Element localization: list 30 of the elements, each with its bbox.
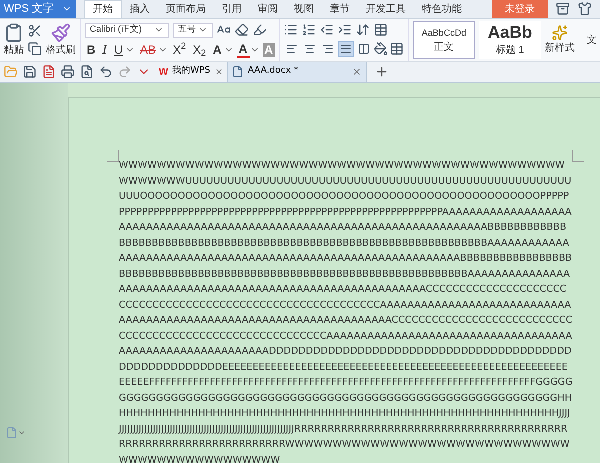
format-button[interactable]: X$^{2}$ (171, 42, 188, 56)
font-name-field[interactable]: Calibri (正文) (85, 22, 169, 38)
ribbon-tab[interactable]: 页面布局 (158, 0, 214, 18)
paste-button[interactable]: 粘贴 (4, 22, 24, 58)
wps-logo-icon: W (159, 64, 168, 80)
ribbon-tab[interactable]: 视图 (286, 0, 322, 18)
format-button[interactable]: I (100, 42, 110, 56)
ribbon-tab[interactable]: 插入 (122, 0, 158, 18)
format-button[interactable]: U (112, 42, 126, 56)
format-painter-button[interactable]: 格式刷 (46, 22, 76, 58)
ribbon-tab[interactable]: 审阅 (250, 0, 286, 18)
ribbon-tab[interactable]: 章节 (322, 0, 358, 18)
document-text: WWWWWWWWWWWWWWWWWWWWWWWWWWWWWWWWWWWWWWWWWWWWWWWWWWWWWWUUUUUUUUUUUUUUUUUUUUUUUUUUUUUUUUUUUUUUUUUUUUUUUUUUUUUUUUUUOOOOOOOOOOOOOOOOOOOOOOOOOOOOOOOOOOOOOOOOOOOOOOOOOOOOOPPPPPPPPPPPPPPPPPPPPPPPPPPPPPPPPPPPPPPPPPPPPPPPPPPPPPPPPPPPPPAAAAAAAAAAAAAAAAAAAAAAAAAAAAAAAAAAAAAAAAAAAAAAAAAAAAAAAAAAAAAAAAAAAAAAAAABBBBBBBBBBBBBBBBBBBBBBBBBBBBBBBBBBBBBBBBBBBBBBBBBBBBBBBBBBBBBBBBBBBBAAAAAAAAAAAAAAAAAAAAAAAAAAAAAAAAAAAAAAAAAAAAAAAAAAAAAAAAAAAAAABBBBBBBBBBBBBBBBBBBBBBBBBBBBBBBBBBBBBBBBBBBBBBBBBBBBBBBBBBBBBBBBBBBBBBAAAAAAAAAAAAAAAAAAAAAAAAAAAAAAAAAAAAAAAAAAAAAAAAAAAAAAAAAAAACCCCCCCCCCCCCCCCCCCCCCCCCCCCCCCCCCCCCCCCCCCCCCCCCCCCCCCCCCCCAAAAAAAAAAAAAAAAAAAAAAAAAAAAAAAAAAAAAAAAAAAAAAAAAAAAAAAAAAAAAAAAAAAACCCCCCCCCCCCCCCCCCCCCCCCCCCCCCCCCCCCCCCCCCCCCCCCCCCCCCCCCCAAAAAAAAAAAAAAAAAAAAAAAAAAAAAAAAAAAAAAAAAAAAAAAAAAAAAAAAAADDDDDDDDDDDDDDDDDDDDDDDDDDDDDDDDDDDDDDDDDDDDDDDDDDDDDDDEEEEEEEEEEEEEEEEEEEEEEEEEEEEEEEEEEEEEEEEEEEEEEEEEEEEEEEEEEEEEEFFFFFFFFFFFFFFFFFFFFFFFFFFFFFFFFFFFFFFFFFFFFFFFFFFFFFFFFFFFFFFFFFFFFFFGGGGGGGGGGGGGGGGGGGGGGGGGGGGGGGGGGGGGGGGGGGGGGGGGGGGGGGGGGGGGGGGHHHHHHHHHHHHHHHHHHHHHHHHHHHHHHHHHHHHHHHHHHHHHHHHHHHHHHHHHHHHHHHJJJJJJJJJJJJJJJJJJJJJJJJJJJJJJJJJJJJJJJJJJJJJJJJJJJJJJJJJJJJJJJJJJRRRRRRRRRRRRRRRRRRRRRRRRRRRRRRRRRRRRRRRRRRRRRRRRRRRRRRRRRRRRRRRRRRWWWWWWWWWWWWWWWWWWWWWWWWWWWWWWWWWWWWWWWWWWWWWWW (119, 159, 573, 463)
style-preset[interactable]: AaBb 标题 1 (479, 21, 542, 59)
style-preset[interactable]: AaBbCcDd 正文 (413, 21, 476, 59)
format-button[interactable]: A (236, 42, 250, 58)
ribbon-label: 文 (587, 34, 598, 48)
font-size-field[interactable]: 五号 (173, 22, 213, 38)
new-style-button[interactable]: 新样式 (545, 24, 576, 56)
document-tab[interactable]: W 我的WPS (155, 62, 227, 82)
format-button[interactable]: AB (138, 42, 158, 56)
ribbon-tab[interactable]: 开始 (84, 0, 122, 18)
ribbon-tab[interactable]: 开发工具 (358, 0, 414, 18)
format-button[interactable]: A (211, 42, 224, 56)
ribbon-tab[interactable]: 引用 (214, 0, 250, 18)
format-button[interactable]: B (85, 42, 98, 56)
document-tab[interactable]: AAA.docx * (227, 62, 367, 82)
ribbon-tab[interactable]: 特色功能 (414, 0, 470, 18)
app-menu-button[interactable]: WPS 文字 (0, 0, 76, 18)
format-button[interactable]: X$_{2}$ (191, 42, 208, 56)
